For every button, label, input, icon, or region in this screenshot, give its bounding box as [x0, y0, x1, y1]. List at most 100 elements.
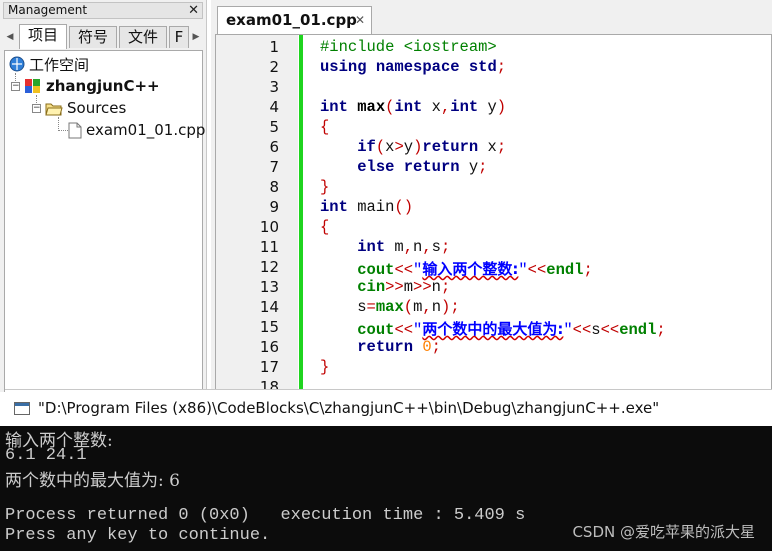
- tree-label-workspace: 工作空间: [29, 55, 90, 74]
- console-title-bar[interactable]: "D:\Program Files (x86)\CodeBlocks\C\zha…: [5, 389, 772, 426]
- stream-identifier: cout: [357, 321, 395, 339]
- project-tree: 工作空间 − zhangjunC++ − Sources exam01_01.c…: [4, 50, 205, 392]
- keyword: return: [357, 338, 414, 356]
- line-number: 8: [269, 178, 279, 196]
- code-line: cout<<"两个数中的最大值为:"<<s<<endl;: [320, 318, 666, 339]
- tree-item-workspace[interactable]: 工作空间: [9, 54, 89, 74]
- operator: (): [394, 198, 414, 216]
- keyword: int: [357, 238, 386, 256]
- line-number: 1: [269, 38, 279, 56]
- tree-connector: [58, 130, 68, 131]
- operator: ;: [496, 58, 507, 76]
- console-line: Process returned 0 (0x0) execution time …: [5, 506, 526, 525]
- operator: ;: [496, 138, 507, 156]
- folder-open-icon: [45, 103, 63, 115]
- tab-scroll-right-icon[interactable]: ▶: [189, 27, 203, 47]
- operator: }: [320, 178, 330, 196]
- operator: >>: [413, 278, 432, 296]
- line-number: 12: [259, 258, 279, 276]
- tree-item-sources[interactable]: − Sources: [32, 98, 126, 118]
- operator: }: [320, 358, 330, 376]
- line-number: 16: [259, 338, 279, 356]
- keyword: int: [320, 198, 348, 216]
- identifier: y: [459, 158, 479, 176]
- line-number: 2: [269, 58, 279, 76]
- line-number: 13: [259, 278, 279, 296]
- tab-scroll-left-icon[interactable]: ◀: [3, 27, 17, 47]
- identifier: y: [478, 98, 497, 116]
- management-panel: Management ✕ ◀ 项目 符号 文件 F ▶ 工作空间 − zhang…: [0, 0, 207, 392]
- operator: ): [413, 138, 423, 156]
- line-number: 15: [259, 318, 279, 336]
- management-tabs: ◀ 项目 符号 文件 F ▶: [3, 24, 203, 50]
- identifier: std: [468, 58, 497, 76]
- console-window-icon: [14, 402, 30, 415]
- operator: <<: [600, 321, 620, 339]
- operator: {: [320, 118, 330, 136]
- operator: ): [496, 98, 507, 116]
- close-icon[interactable]: ✕: [188, 3, 199, 18]
- file-icon: [68, 122, 82, 138]
- code-line: }: [320, 178, 329, 196]
- line-number: 9: [269, 198, 279, 216]
- tab-projects[interactable]: 项目: [19, 24, 67, 49]
- identifier: n: [431, 298, 441, 316]
- operator: ;: [656, 321, 666, 339]
- operator: ,: [422, 298, 432, 316]
- operator: <<: [572, 321, 592, 339]
- code-editor[interactable]: 1 2 3 4 5 6 7 8 9 10 11 12 13 14 15 16 1…: [215, 34, 772, 392]
- code-line: }: [320, 358, 329, 376]
- identifier: x: [422, 98, 441, 116]
- console-title: "D:\Program Files (x86)\CodeBlocks\C\zha…: [38, 399, 660, 417]
- keyword: else: [357, 158, 395, 176]
- identifier: n: [413, 238, 423, 256]
- identifier: m: [413, 298, 423, 316]
- editor-tab[interactable]: exam01_01.cpp ✕: [217, 6, 372, 34]
- identifier: m: [403, 278, 414, 296]
- tree-item-project[interactable]: − zhangjunC++: [11, 76, 160, 96]
- stream-identifier: endl: [546, 261, 584, 279]
- code-line: s=max(m,n);: [320, 298, 460, 316]
- keyword: namespace: [375, 58, 460, 76]
- operator: >>: [385, 278, 404, 296]
- line-number: 4: [269, 98, 279, 116]
- tab-symbols[interactable]: 符号: [69, 26, 117, 48]
- tree-connector: [58, 117, 59, 131]
- code-line: int m,n,s;: [320, 238, 450, 256]
- tree-item-file[interactable]: exam01_01.cpp: [68, 120, 205, 140]
- keyword: int: [320, 98, 348, 116]
- line-number-gutter: 1 2 3 4 5 6 7 8 9 10 11 12 13 14 15 16 1…: [216, 35, 298, 391]
- identifier: n: [431, 278, 441, 296]
- keyword: int: [394, 98, 423, 116]
- workspace-icon: [9, 56, 25, 72]
- tab-files[interactable]: 文件: [119, 26, 167, 48]
- identifier: s: [431, 238, 441, 256]
- operator: ): [441, 298, 451, 316]
- change-bar: [299, 35, 303, 391]
- code-line: int main(): [320, 198, 413, 216]
- collapse-icon[interactable]: −: [32, 103, 41, 113]
- collapse-icon[interactable]: −: [11, 81, 20, 91]
- operator: ;: [478, 158, 488, 176]
- operator: >: [394, 138, 404, 156]
- operator: ;: [450, 298, 460, 316]
- preprocessor-directive: #include <iostream>: [320, 38, 497, 56]
- tree-label-sources: Sources: [67, 99, 127, 117]
- string-literal: 两个数中的最大值为:: [422, 320, 564, 338]
- line-number: 14: [259, 298, 279, 316]
- string-literal: ": [413, 321, 423, 339]
- line-number: 17: [259, 358, 279, 376]
- operator: <<: [394, 261, 414, 279]
- tab-fsymbols[interactable]: F: [169, 26, 189, 48]
- string-literal: 输入两个整数:: [422, 260, 519, 278]
- close-icon[interactable]: ✕: [355, 7, 365, 34]
- stream-identifier: endl: [619, 321, 657, 339]
- code-line: {: [320, 218, 329, 236]
- code-line: int max(int x,int y): [320, 98, 506, 116]
- console-line: 两个数中的最大值为: 6: [5, 471, 180, 491]
- operator: ;: [431, 338, 441, 356]
- function-name: max: [375, 298, 404, 316]
- string-literal: ": [413, 261, 423, 279]
- string-literal: ": [563, 321, 573, 339]
- keyword: if: [357, 138, 376, 156]
